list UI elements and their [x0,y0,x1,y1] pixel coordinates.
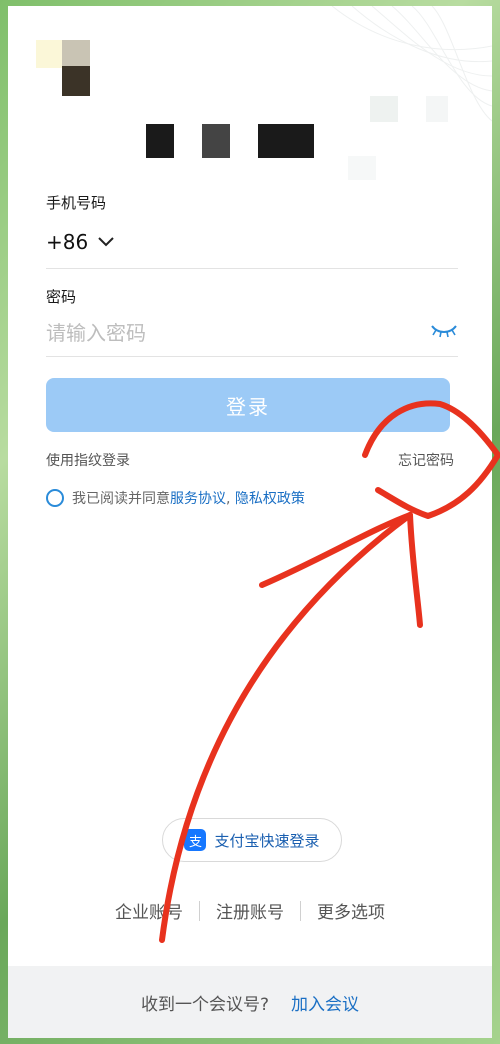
forgot-password-link[interactable]: 忘记密码 [398,450,454,470]
redacted-text [146,124,174,158]
alipay-icon: 支 [184,829,207,851]
background-decoration [331,6,492,122]
redacted-text [202,124,230,158]
alipay-login-label: 支付宝快速登录 [214,831,320,850]
more-options-link[interactable]: 更多选项 [301,898,401,923]
privacy-policy-link[interactable]: 隐私权政策 [235,491,305,507]
service-agreement-link[interactable]: 服务协议 [170,491,226,507]
blurred-area [348,156,376,180]
country-code-selector[interactable]: +86 [46,230,114,254]
blurred-area [426,96,448,122]
divider [46,356,458,357]
app-logo-part [62,40,90,68]
fingerprint-login-link[interactable]: 使用指纹登录 [46,450,130,470]
password-label: 密码 [46,288,77,306]
register-account-link[interactable]: 注册账号 [200,898,300,923]
agreement-radio[interactable] [46,489,64,507]
agreement-row: 我已阅读并同意服务协议, 隐私权政策 [46,488,305,508]
login-screen: 手机号码 +86 密码 登录 使用指纹登录 忘记密码 我已阅读并同意服务协议, … [8,6,492,1038]
bottom-options: 企业账号 注册账号 更多选项 [8,898,492,923]
blurred-area [370,96,398,122]
app-logo-part [62,66,90,96]
divider [46,268,458,269]
phone-label: 手机号码 [46,194,107,212]
eye-closed-icon[interactable] [430,322,458,340]
alipay-login-button[interactable]: 支 支付宝快速登录 [162,818,342,862]
country-code: +86 [46,230,89,254]
enterprise-account-link[interactable]: 企业账号 [99,898,199,923]
agreement-text: 我已阅读并同意服务协议, 隐私权政策 [72,491,305,507]
redacted-text [258,124,314,158]
join-meeting-link[interactable]: 加入会议 [291,990,359,1015]
app-logo [36,40,64,68]
chevron-down-icon [98,237,114,247]
meeting-question: 收到一个会议号? [140,994,270,1015]
login-button[interactable]: 登录 [46,378,450,432]
join-meeting-bar: 收到一个会议号? 加入会议 [8,966,492,1038]
password-input[interactable] [46,314,416,352]
